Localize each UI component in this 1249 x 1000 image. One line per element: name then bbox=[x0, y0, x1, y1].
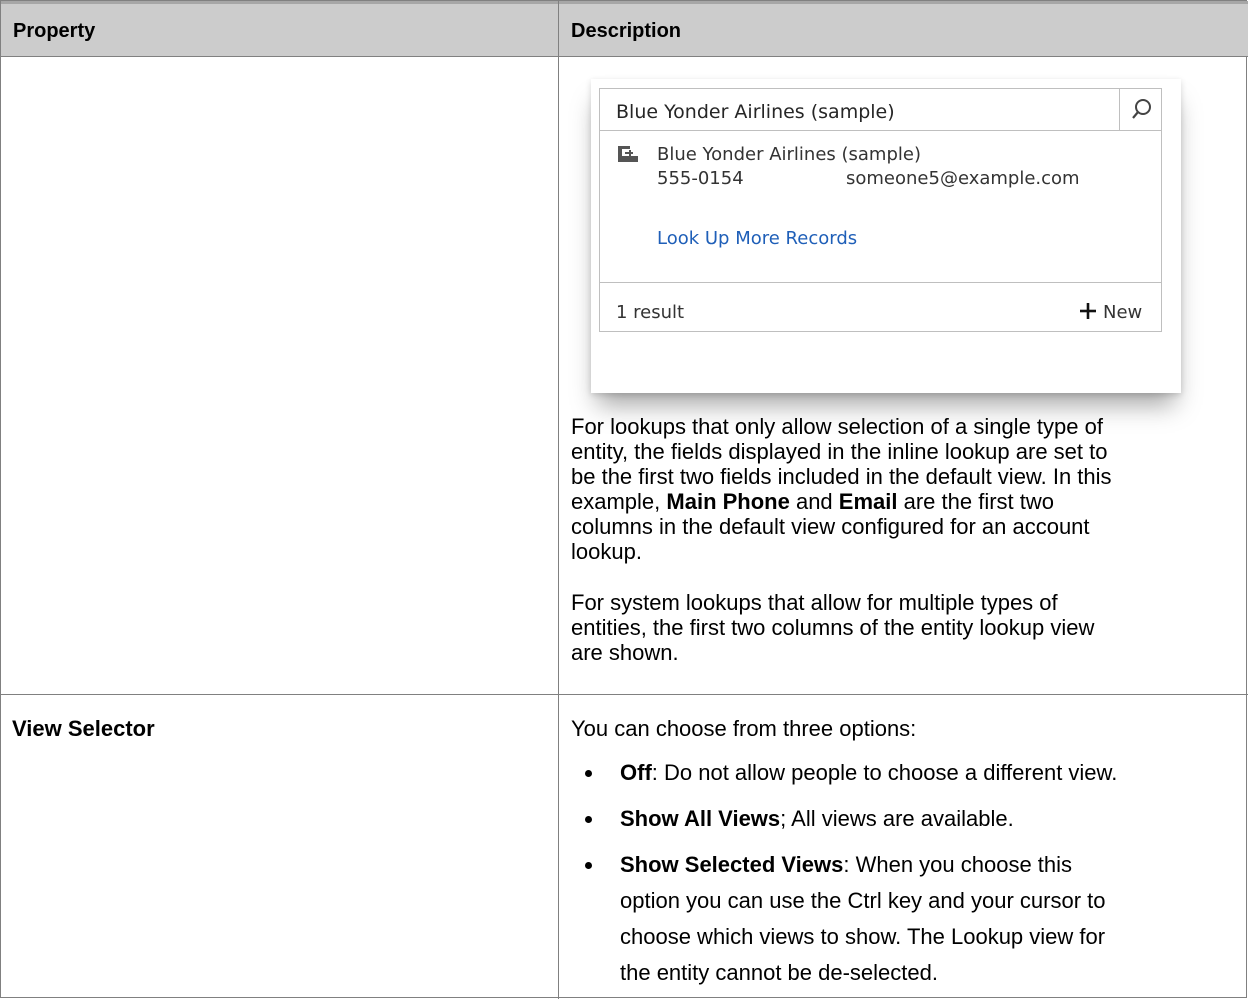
option-show-all-views: Show All Views; All views are available. bbox=[620, 806, 1014, 831]
para1-line2: entity, the fields displayed in the inli… bbox=[571, 439, 1108, 464]
bullet-dot bbox=[585, 770, 592, 777]
bullet-dot bbox=[585, 862, 592, 869]
option-show-selected-line2: option you can use the Ctrl key and your… bbox=[620, 888, 1106, 913]
account-record-icon bbox=[618, 146, 638, 162]
header-divider bbox=[1, 56, 1248, 57]
email-term: Email bbox=[838, 489, 898, 514]
header-property: Property bbox=[13, 20, 96, 42]
para2-line1: For system lookups that allow for multip… bbox=[571, 590, 1058, 615]
plus-icon bbox=[1080, 303, 1096, 319]
para1-line6: lookup. bbox=[571, 539, 642, 564]
look-up-more-records-link[interactable]: Look Up More Records bbox=[657, 228, 857, 249]
para1-line5: columns in the default view configured f… bbox=[571, 514, 1090, 539]
result-count: 1 result bbox=[616, 302, 685, 323]
property-table: Property Description Blue Yonder Airline… bbox=[0, 0, 1248, 999]
lookup-search-input[interactable]: Blue Yonder Airlines (sample) bbox=[600, 89, 1161, 131]
bullet-dot bbox=[585, 816, 592, 823]
new-label: New bbox=[1103, 302, 1143, 323]
table-header: Property Description bbox=[1, 1, 1248, 56]
header-description: Description bbox=[571, 20, 682, 42]
lookup-input-value: Blue Yonder Airlines (sample) bbox=[616, 101, 895, 123]
property-view-selector: View Selector bbox=[12, 716, 155, 741]
option-show-selected-line4: the entity cannot be de-selected. bbox=[620, 960, 938, 985]
option-off: Off: Do not allow people to choose a dif… bbox=[620, 760, 1118, 785]
para1-line4: example, Main Phone and Email are the fi… bbox=[571, 489, 1054, 514]
option-show-selected-line3: choose which views to show. The Lookup v… bbox=[620, 924, 1106, 949]
option-show-selected-views: Show Selected Views: When you choose thi… bbox=[620, 852, 1073, 877]
row-divider bbox=[1, 694, 1248, 695]
para2-line2: entities, the first two columns of the e… bbox=[571, 615, 1095, 640]
new-record-button[interactable]: New bbox=[1078, 297, 1148, 325]
inline-lookup-widget: Blue Yonder Airlines (sample) Blue Yonde… bbox=[599, 88, 1162, 332]
result-email: someone5@example.com bbox=[846, 168, 1080, 189]
main-phone-term: Main Phone bbox=[666, 489, 790, 514]
result-phone: 555-0154 bbox=[657, 168, 744, 189]
column-divider bbox=[558, 1, 559, 999]
para2-line3: are shown. bbox=[571, 640, 679, 665]
search-button[interactable] bbox=[1119, 89, 1161, 130]
lookup-result-item[interactable]: Blue Yonder Airlines (sample) 555-0154 s… bbox=[600, 133, 1161, 189]
result-name: Blue Yonder Airlines (sample) bbox=[657, 144, 921, 165]
search-icon bbox=[1132, 99, 1151, 119]
options-intro: You can choose from three options: bbox=[571, 716, 917, 741]
lookup-footer-divider bbox=[600, 282, 1161, 283]
para1-line1: For lookups that only allow selection of… bbox=[571, 414, 1103, 439]
para1-line3: be the first two fields included in the … bbox=[571, 464, 1112, 489]
